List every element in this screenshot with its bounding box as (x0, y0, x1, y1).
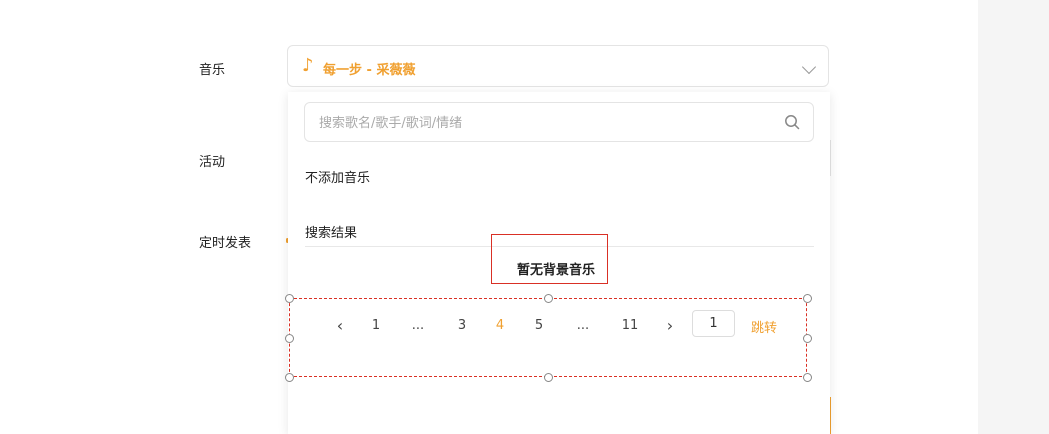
search-box[interactable] (304, 102, 814, 143)
resize-handle[interactable] (285, 334, 294, 343)
page-button[interactable]: 11 (617, 318, 643, 334)
music-note-icon: ♪ (302, 55, 314, 76)
no-music-option[interactable]: 不添加音乐 (305, 167, 370, 186)
music-select[interactable]: ♪ 每一步 - 采薇薇 (287, 45, 829, 87)
search-icon[interactable] (784, 114, 800, 130)
chevron-down-icon[interactable] (801, 59, 817, 75)
music-label: 音乐 (199, 63, 226, 78)
page-ellipsis[interactable]: ... (574, 318, 592, 334)
resize-handle[interactable] (803, 294, 812, 303)
page-jump-box[interactable] (692, 310, 735, 337)
selected-music: 每一步 - 采薇薇 (323, 63, 416, 78)
page-button[interactable]: 1 (368, 318, 384, 334)
activity-label: 活动 (199, 155, 226, 170)
right-side-panel (978, 0, 1049, 434)
page-ellipsis[interactable]: ... (409, 318, 427, 334)
page-button[interactable]: 3 (454, 318, 470, 334)
page-button-current[interactable]: 4 (492, 318, 508, 334)
prev-page-button[interactable]: ‹ (334, 318, 346, 334)
music-dropdown: 不添加音乐 搜索结果 暂无背景音乐 ‹ 1 ... 3 4 5 ... 11 ›… (285, 92, 830, 434)
resize-handle[interactable] (285, 373, 294, 382)
page-button[interactable]: 5 (531, 318, 547, 334)
search-input[interactable] (317, 103, 781, 143)
search-results-title: 搜索结果 (305, 226, 358, 241)
schedule-label: 定时发表 (199, 236, 252, 251)
resize-handle[interactable] (803, 334, 812, 343)
resize-handle[interactable] (803, 373, 812, 382)
page-jump-input[interactable] (693, 311, 734, 336)
resize-handle[interactable] (285, 294, 294, 303)
next-page-button[interactable]: › (664, 318, 676, 334)
jump-button[interactable]: 跳转 (751, 317, 777, 336)
resize-handle[interactable] (544, 373, 553, 382)
empty-state-text: 暂无背景音乐 (517, 263, 596, 278)
resize-handle[interactable] (544, 294, 553, 303)
